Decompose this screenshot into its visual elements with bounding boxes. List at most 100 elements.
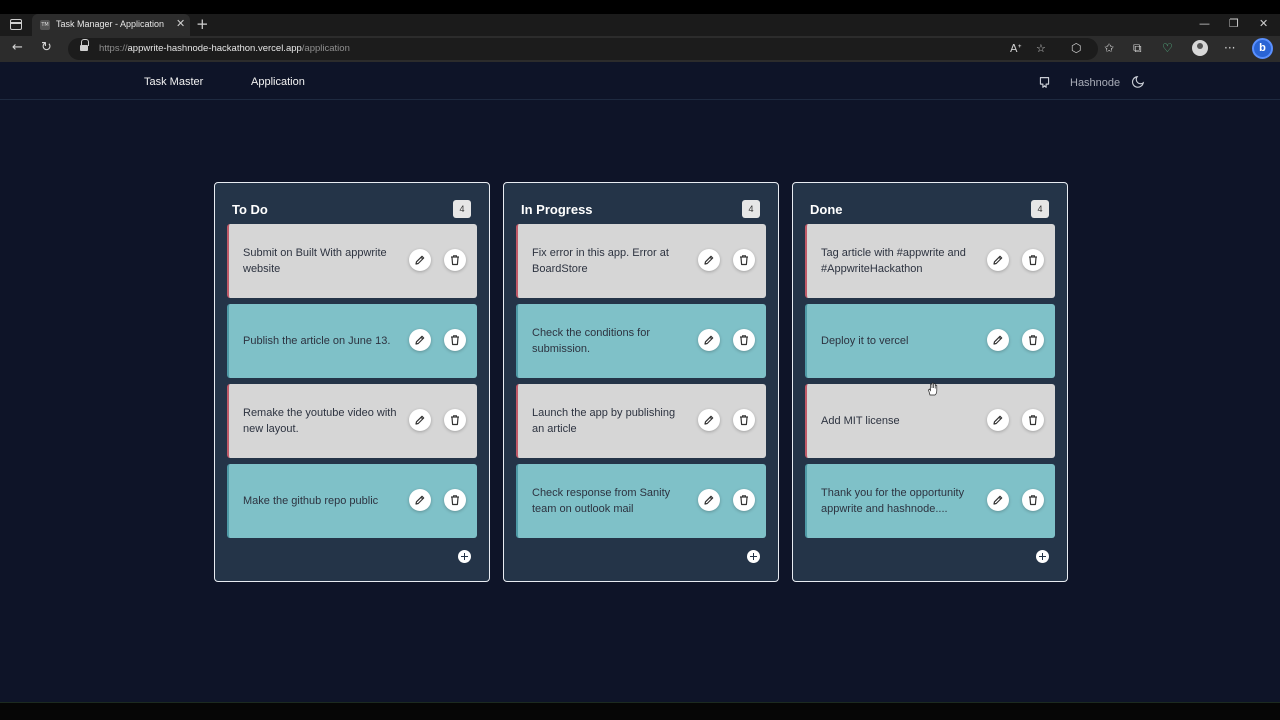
restore-icon[interactable]: ❐ [1229,17,1239,30]
task-text: Launch the app by publishing an article [532,407,676,435]
task-card[interactable]: Tag article with #appwrite and #Appwrite… [805,224,1055,298]
browser-essentials-icon[interactable]: ♡ [1162,41,1173,55]
delete-button[interactable] [1022,249,1044,271]
task-text: Publish the article on June 13. [243,335,391,347]
edit-button[interactable] [698,489,720,511]
close-tab-icon[interactable]: ✕ [176,17,185,30]
trash-icon [451,255,459,266]
edit-button[interactable] [698,249,720,271]
browser-tab[interactable]: TM Task Manager - Application ✕ [32,14,190,36]
task-text: Check the conditions for submission. [532,327,651,355]
task-card[interactable]: Launch the app by publishing an article [516,384,766,458]
pencil-icon [415,495,425,505]
url-field[interactable]: https://appwrite-hashnode-hackathon.verc… [68,38,1098,60]
pencil-icon [415,255,425,265]
task-card[interactable]: Submit on Built With appwrite website [227,224,477,298]
add-task-button[interactable] [747,550,760,563]
pencil-icon [704,255,714,265]
minimize-icon[interactable]: — [1199,17,1210,30]
pencil-icon [704,415,714,425]
copilot-icon[interactable]: b [1252,38,1273,59]
column-title: To Do [232,202,268,217]
task-card[interactable]: Make the github repo public [227,464,477,538]
nav-application-link[interactable]: Application [251,76,305,88]
favorite-star-icon[interactable]: ☆ [1036,42,1046,55]
task-text: Remake the youtube video with new layout… [243,407,397,435]
delete-button[interactable] [733,329,755,351]
read-aloud-icon[interactable]: Aᐩ [1010,42,1022,55]
refresh-icon[interactable]: ↻ [41,40,52,55]
trash-icon [451,495,459,506]
task-card[interactable]: Check response from Sanity team on outlo… [516,464,766,538]
delete-button[interactable] [1022,489,1044,511]
collections-icon[interactable]: ⧉ [1133,41,1142,56]
edit-button[interactable] [409,409,431,431]
nav-hashnode-link[interactable]: Hashnode [1070,77,1120,89]
lock-icon[interactable] [80,39,89,51]
edit-button[interactable] [987,409,1009,431]
trash-icon [1029,495,1037,506]
github-icon[interactable] [1038,76,1051,89]
delete-button[interactable] [444,489,466,511]
task-card[interactable]: Thank you for the opportunity appwrite a… [805,464,1055,538]
edit-button[interactable] [409,249,431,271]
tab-actions-icon[interactable] [10,19,22,30]
task-text: Fix error in this app. Error at BoardSto… [532,247,669,275]
column-count-badge: 4 [1031,200,1049,218]
pencil-icon [993,335,1003,345]
taskbar-strip [0,702,1280,720]
delete-button[interactable] [733,489,755,511]
profile-avatar-icon[interactable] [1192,40,1208,56]
task-text: Make the github repo public [243,495,379,507]
url-scheme: https:// [99,43,128,54]
edit-button[interactable] [987,489,1009,511]
delete-button[interactable] [733,249,755,271]
pencil-icon [993,495,1003,505]
pencil-icon [993,415,1003,425]
pencil-icon [704,495,714,505]
close-window-icon[interactable]: ✕ [1259,17,1268,30]
brand-link[interactable]: Task Master [144,76,203,88]
column-count-badge: 4 [453,200,471,218]
delete-button[interactable] [444,329,466,351]
favorites-icon[interactable]: ✩ [1104,41,1114,55]
delete-button[interactable] [1022,409,1044,431]
app-page: Task Master Application Hashnode To Do 4 S… [0,62,1280,702]
add-task-button[interactable] [458,550,471,563]
task-card[interactable]: Fix error in this app. Error at BoardSto… [516,224,766,298]
favicon-icon: TM [40,20,50,30]
moon-icon[interactable] [1131,75,1145,89]
task-card[interactable]: Deploy it to vercel [805,304,1055,378]
task-card[interactable]: Check the conditions for submission. [516,304,766,378]
extensions-icon[interactable]: ⬡ [1071,41,1081,55]
edit-button[interactable] [409,329,431,351]
task-text: Thank you for the opportunity appwrite a… [821,487,965,515]
delete-button[interactable] [1022,329,1044,351]
trash-icon [451,415,459,426]
trash-icon [1029,255,1037,266]
tab-title: Task Manager - Application [56,19,165,29]
column-title: In Progress [521,202,593,217]
delete-button[interactable] [733,409,755,431]
edit-button[interactable] [987,329,1009,351]
pencil-icon [993,255,1003,265]
delete-button[interactable] [444,409,466,431]
task-text: Add MIT license [821,415,900,427]
edit-button[interactable] [987,249,1009,271]
edit-button[interactable] [698,329,720,351]
task-card[interactable]: Publish the article on June 13. [227,304,477,378]
delete-button[interactable] [444,249,466,271]
edit-button[interactable] [409,489,431,511]
browser-tab-strip: TM Task Manager - Application ✕ + — ❐ ✕ [0,14,1280,36]
column-title: Done [810,202,843,217]
trash-icon [740,335,748,346]
trash-icon [1029,335,1037,346]
edit-button[interactable] [698,409,720,431]
new-tab-icon[interactable]: + [196,15,209,33]
address-bar-row: ← ↻ https://appwrite-hashnode-hackathon.… [0,36,1280,62]
more-options-icon[interactable]: ··· [1224,41,1235,55]
task-card[interactable]: Remake the youtube video with new layout… [227,384,477,458]
add-task-button[interactable] [1036,550,1049,563]
back-icon[interactable]: ← [12,40,23,55]
task-text: Submit on Built With appwrite website [243,247,387,275]
